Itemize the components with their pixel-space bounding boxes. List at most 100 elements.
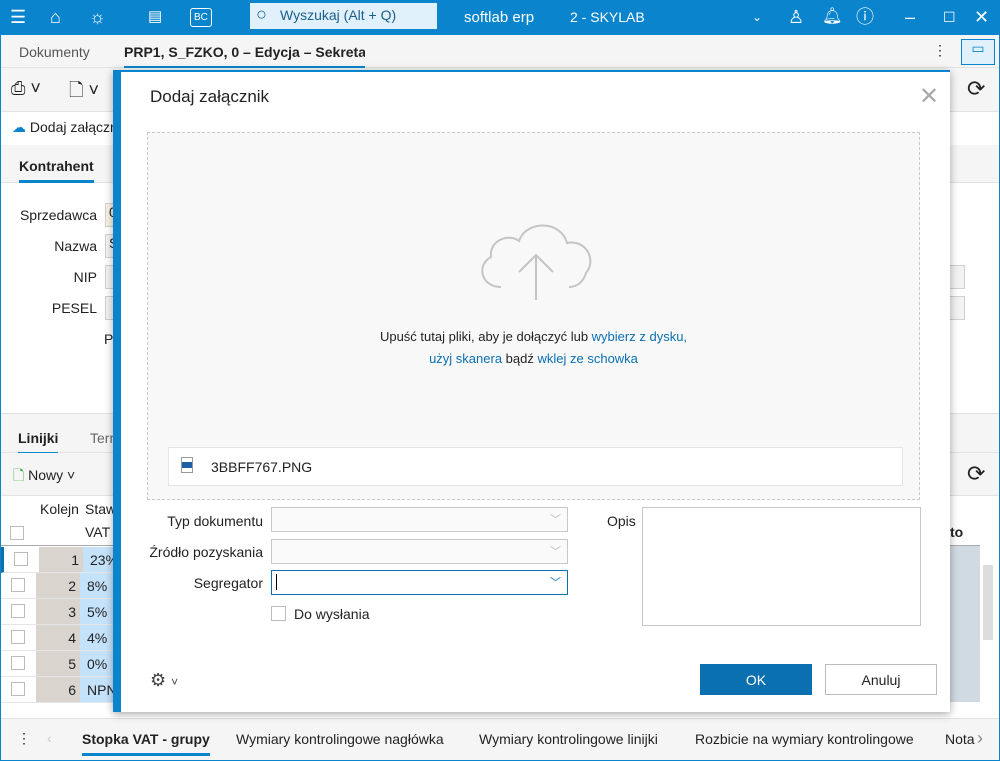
new-document-icon: 🗋︎ xyxy=(13,467,25,483)
doc-type-label: Typ dokumentu xyxy=(167,513,263,529)
table-row[interactable]: 2 8% xyxy=(1,573,114,599)
close-window-icon[interactable]: ✕ xyxy=(974,6,989,28)
row-checkbox[interactable] xyxy=(11,630,25,644)
chevron-down-icon: ﹀ xyxy=(550,546,561,558)
dialog-title: Dodaj załącznik xyxy=(150,87,270,106)
refresh-icon[interactable]: ⟳ xyxy=(967,76,985,102)
minimize-icon[interactable]: – xyxy=(905,6,915,28)
order-cell: 5 xyxy=(36,651,80,676)
to-send-label: Do wysłania xyxy=(294,606,370,622)
tab-documents[interactable]: Dokumenty xyxy=(19,44,90,60)
vat-rate-cell: 4% xyxy=(80,625,114,650)
order-cell: 2 xyxy=(36,573,80,598)
nip-label: NIP xyxy=(73,269,97,285)
tab-note[interactable]: Nota xyxy=(945,731,975,747)
more-tabs-icon[interactable]: ⋮ xyxy=(17,730,31,747)
order-cell: 6 xyxy=(36,677,80,702)
tab-lines[interactable]: Linijki xyxy=(18,430,59,455)
top-bar: ☰ ⌂ ☼ ▤ BC ○ Wyszukaj (Alt + Q) softlab e… xyxy=(0,0,1000,35)
row-checkbox[interactable] xyxy=(11,578,25,592)
app-name: softlab erp xyxy=(464,9,535,26)
news-icon[interactable]: ▤ xyxy=(148,6,162,28)
field-label: P xyxy=(104,331,114,347)
cloud-upload-icon xyxy=(481,224,592,300)
col-order[interactable]: Kolejn xyxy=(40,501,79,517)
order-cell: 1 xyxy=(39,547,83,572)
table-header: Kolejn Staw VAT xyxy=(1,496,116,546)
pesel-label: PESEL xyxy=(51,300,97,316)
segregator-label: Segregator xyxy=(193,575,263,591)
description-textarea[interactable] xyxy=(642,507,921,626)
tab-dimension-split[interactable]: Rozbicie na wymiary kontrolingowe xyxy=(695,731,914,747)
chat-icon[interactable]: ▭ xyxy=(961,39,995,65)
company-selector[interactable]: 2 - SKYLAB xyxy=(570,9,645,25)
table-row[interactable]: 6 NPN xyxy=(1,677,117,703)
user-icon[interactable]: ♙ xyxy=(788,6,804,28)
maximize-icon[interactable]: ☐ xyxy=(943,6,956,28)
paste-clipboard-link[interactable]: wklej ze schowka xyxy=(537,351,637,366)
tab-vat-footer[interactable]: Stopka VAT - grupy xyxy=(82,731,210,756)
row-checkbox[interactable] xyxy=(14,552,28,566)
select-all-checkbox[interactable] xyxy=(10,526,24,540)
file-item[interactable]: 3BBFF767.PNG xyxy=(168,447,903,486)
bc-icon[interactable]: BC xyxy=(190,8,212,27)
tab-contractor[interactable]: Kontrahent xyxy=(19,158,94,183)
table-row[interactable]: 5 0% xyxy=(1,651,114,677)
idea-icon[interactable]: ☼ xyxy=(89,6,106,28)
chevron-down-icon[interactable]: ⌄ xyxy=(752,6,762,28)
chevron-down-icon: ﹀ xyxy=(550,577,561,589)
text-cursor xyxy=(276,574,277,590)
order-cell: 3 xyxy=(36,599,80,624)
source-select[interactable]: ﹀ xyxy=(271,539,568,564)
add-attachment-button[interactable]: ☁ Dodaj załącznik xyxy=(12,119,128,136)
search-input[interactable]: ○ Wyszukaj (Alt + Q) xyxy=(250,3,437,29)
cancel-button[interactable]: Anuluj xyxy=(825,664,937,695)
col-right-cells xyxy=(950,546,980,702)
drop-instructions: Upuść tutaj pliki, aby je dołączyć lub w… xyxy=(379,329,688,366)
segregator-select[interactable]: ﹀ xyxy=(271,570,568,595)
use-scanner-link[interactable]: użyj skanera xyxy=(429,351,502,366)
refresh-lines-icon[interactable]: ⟳ xyxy=(967,461,985,487)
chevron-left-icon[interactable]: ‹ xyxy=(47,730,52,746)
image-file-icon xyxy=(181,457,193,473)
vat-rate-cell: 8% xyxy=(80,573,114,598)
help-icon[interactable]: ⓘ xyxy=(856,6,874,28)
new-button[interactable]: 🗋︎ Nowy ˅ xyxy=(13,465,75,489)
seller-label: Sprzedawca xyxy=(19,207,97,223)
vat-rate-cell: 5% xyxy=(80,599,114,624)
order-cell: 4 xyxy=(36,625,80,650)
choose-from-disk-link[interactable]: wybierz z dysku, xyxy=(592,329,687,344)
tab-line-dimensions[interactable]: Wymiary kontrolingowe linijki xyxy=(479,731,658,747)
drop-zone[interactable]: Upuść tutaj pliki, aby je dołączyć lub w… xyxy=(147,132,920,500)
vat-rate-cell: NPN xyxy=(80,677,117,702)
vat-rate-cell: 0% xyxy=(80,651,114,676)
description-label: Opis xyxy=(607,513,636,529)
tab-edit-document[interactable]: PRP1, S_FZKO, 0 – Edycja – Sekretariat xyxy=(124,44,365,69)
menu-icon[interactable]: ☰ xyxy=(10,6,26,28)
more-icon[interactable]: ⋮ xyxy=(933,42,947,59)
table-row[interactable]: 4 4% xyxy=(1,625,114,651)
vat-rate-cell: 23% xyxy=(83,547,118,572)
row-checkbox[interactable] xyxy=(11,682,25,696)
chevron-down-icon: ﹀ xyxy=(550,514,561,526)
to-send-checkbox[interactable] xyxy=(271,606,286,621)
home-icon[interactable]: ⌂ xyxy=(50,6,61,28)
ok-button[interactable]: OK xyxy=(700,664,812,695)
tab-header-dimensions[interactable]: Wymiary kontrolingowe nagłówka xyxy=(236,731,444,747)
col-right-header: to xyxy=(950,496,980,546)
chevron-right-icon[interactable]: › xyxy=(977,728,983,749)
document-settings-icon[interactable]: 🗋︎ ˅ xyxy=(69,78,99,108)
row-checkbox[interactable] xyxy=(11,656,25,670)
print-icon[interactable]: ⎙ ˅ xyxy=(11,78,41,99)
table-row[interactable]: 1 23% xyxy=(1,547,118,573)
doc-type-select[interactable]: ﹀ xyxy=(271,507,568,532)
bell-icon[interactable]: 🔔︎ xyxy=(822,6,842,28)
search-icon: ○ xyxy=(256,4,267,24)
vertical-scrollbar[interactable] xyxy=(983,565,993,640)
col-rate[interactable]: Staw xyxy=(85,501,116,517)
table-row[interactable]: 3 5% xyxy=(1,599,114,625)
row-checkbox[interactable] xyxy=(11,604,25,618)
settings-gear-icon[interactable]: ⚙ ˅ xyxy=(150,670,178,691)
col-rate-line2: VAT xyxy=(85,524,111,540)
close-icon[interactable]: ✕ xyxy=(919,82,939,111)
